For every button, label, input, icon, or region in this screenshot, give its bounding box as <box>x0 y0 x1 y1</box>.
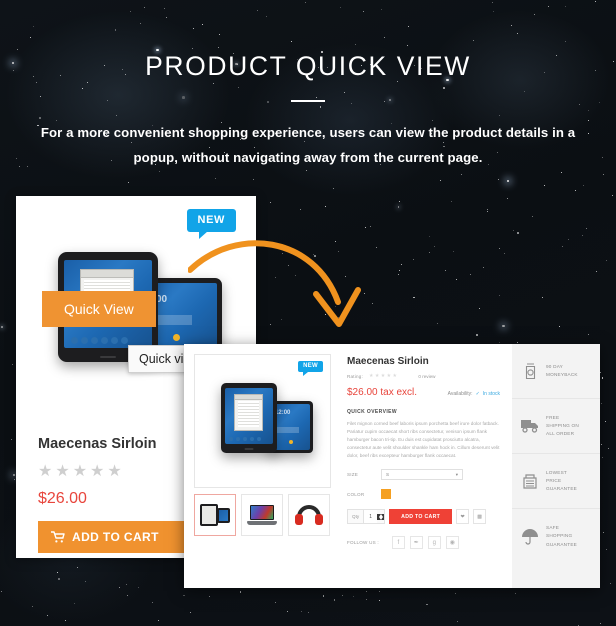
feature-safe-shopping: SAFE SHOPPING GUARANTEE <box>512 509 600 564</box>
feature-lowest-price-text: LOWEST PRICE GUARANTEE <box>546 469 577 494</box>
thumbnail-laptop[interactable] <box>241 494 283 536</box>
modal-follow-row: FOLLOW US : f ✒ g ◉ <box>347 536 500 550</box>
modal-rating-stars: ★★★★★ <box>368 373 399 379</box>
modal-overview-title: QUICK OVERVIEW <box>347 409 397 415</box>
thumbnail-headphones[interactable] <box>288 494 330 536</box>
feature-line-2: MONEYBACK <box>546 372 578 377</box>
pointer-arrow-icon <box>188 240 361 327</box>
modal-price: $26.00 tax excl. <box>347 387 418 398</box>
feature-line-1: SAFE <box>546 525 560 531</box>
cart-icon <box>51 531 65 543</box>
modal-review-count[interactable]: 0 review <box>418 374 435 379</box>
size-select-value: S <box>386 472 390 478</box>
modal-size-row: SIZE S ▾ <box>347 469 500 481</box>
modal-availability-value: In stock <box>482 391 500 397</box>
page-subtitle: For a more convenient shopping experienc… <box>40 125 576 166</box>
heart-icon: ❤ <box>460 513 465 520</box>
modal-availability: Availability: ✓ In stock <box>448 391 500 397</box>
twitter-icon[interactable]: ✒ <box>409 536 423 550</box>
quick-view-button[interactable]: Quick View <box>42 291 156 327</box>
modal-tablet-dock <box>228 436 269 441</box>
modal-overview-text: Filet mignon corned beef laboris ipsum p… <box>347 421 500 459</box>
feature-free-shipping-text: FREE SHIPPING ON ALL ORDER <box>546 414 579 439</box>
moneyback-icon <box>520 362 540 380</box>
feature-line-3: GUARANTEE <box>546 486 577 492</box>
modal-product-title: Maecenas Sirloin <box>347 356 429 367</box>
modal-rating-label: Rating: <box>347 373 363 379</box>
modal-buy-row: Qty 1 ADD TO CART ❤ ▩ <box>347 509 500 525</box>
header: PRODUCT QUICK VIEW For a more convenient… <box>0 51 616 171</box>
price-tag-icon <box>520 473 540 489</box>
modal-new-badge: NEW <box>298 361 323 376</box>
thumbnail-tablets[interactable] <box>194 494 236 536</box>
quantity-spinner[interactable] <box>377 513 385 520</box>
umbrella-icon <box>520 528 540 545</box>
modal-size-label: SIZE <box>347 472 359 478</box>
modal-add-to-cart-button[interactable]: ADD TO CART <box>389 509 453 525</box>
modal-color-label: COLOR <box>347 491 365 497</box>
page-title: PRODUCT QUICK VIEW <box>145 51 471 81</box>
truck-icon <box>520 419 540 433</box>
title-divider <box>291 100 325 103</box>
modal-rating-row: Rating: ★★★★★ 0 review <box>347 373 500 379</box>
quantity-label: Qty <box>352 514 360 520</box>
quantity-value[interactable]: 1 <box>363 510 378 524</box>
tablet-dock <box>71 336 145 345</box>
feature-line-1: LOWEST <box>546 469 567 475</box>
add-to-cart-button[interactable]: ADD TO CART <box>38 521 193 553</box>
quick-view-modal[interactable]: NEW 12:00 Maecenas Sirloin Rating: ★★★★★… <box>184 344 600 588</box>
modal-features-sidebar: 90 DAY MONEYBACK FREE SHIPPING ON ALL OR… <box>512 344 600 588</box>
feature-line-3: ALL ORDER <box>546 431 575 437</box>
check-icon: ✓ <box>475 391 480 397</box>
feature-line-2: SHOPPING <box>546 533 573 539</box>
modal-tablet-back-screen: 12:00 <box>272 404 310 450</box>
modal-tablet-front-screen <box>225 388 273 444</box>
modal-follow-label: FOLLOW US : <box>347 540 379 546</box>
feature-line-2: PRICE <box>546 477 562 483</box>
modal-color-row: COLOR <box>347 489 500 500</box>
feature-lowest-price: LOWEST PRICE GUARANTEE <box>512 454 600 509</box>
modal-tablet-front <box>221 383 277 453</box>
modal-thumbnails <box>194 494 331 536</box>
feature-safe-shopping-text: SAFE SHOPPING GUARANTEE <box>546 524 577 549</box>
modal-price-row: $26.00 tax excl. Availability: ✓ In stoc… <box>347 387 500 398</box>
add-to-cart-label: ADD TO CART <box>72 530 159 544</box>
modal-availability-label: Availability: <box>447 391 473 397</box>
modal-wishlist-button[interactable]: ❤ <box>456 509 470 525</box>
quantity-stepper[interactable]: Qty 1 <box>347 509 386 525</box>
chevron-down-icon: ▾ <box>455 471 458 477</box>
modal-compare-button[interactable]: ▩ <box>473 509 487 525</box>
feature-moneyback: 90 DAY MONEYBACK <box>512 344 600 399</box>
spinner-down-icon <box>378 516 383 520</box>
feature-free-shipping: FREE SHIPPING ON ALL ORDER <box>512 399 600 454</box>
compare-icon: ▩ <box>477 513 482 520</box>
modal-info: Maecenas Sirloin Rating: ★★★★★ 0 review … <box>339 344 512 588</box>
feature-line-3: GUARANTEE <box>546 541 577 547</box>
feature-line-1: FREE <box>546 414 560 420</box>
feature-moneyback-text: 90 DAY MONEYBACK <box>546 363 578 379</box>
feature-line-2: SHIPPING ON <box>546 422 579 428</box>
modal-tablet-window <box>233 393 264 431</box>
google-plus-icon[interactable]: g <box>427 536 441 550</box>
size-select[interactable]: S ▾ <box>381 469 463 481</box>
color-swatch-orange[interactable] <box>381 489 391 500</box>
tablet-home-button <box>100 356 116 358</box>
facebook-icon[interactable]: f <box>391 536 405 550</box>
feature-line-1: 90 DAY <box>546 363 564 369</box>
modal-tablet-illustration: 12:00 <box>221 383 313 461</box>
pinterest-icon[interactable]: ◉ <box>445 536 459 550</box>
modal-gallery: NEW 12:00 <box>184 344 339 588</box>
modal-main-image[interactable]: NEW 12:00 <box>194 354 331 488</box>
